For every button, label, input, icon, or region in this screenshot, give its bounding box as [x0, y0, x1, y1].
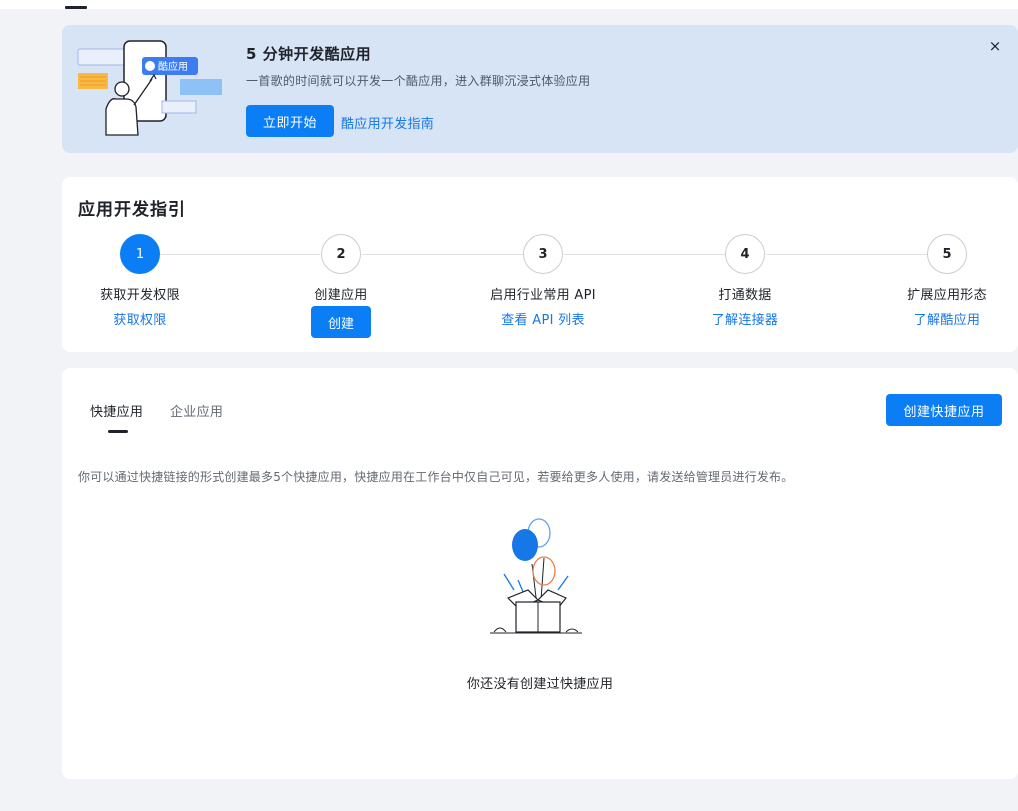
- page-root: 酷应用 5 分钟开发酷应用 一首歌的时间就可以开发一个酷应用，进入群聊沉浸式体验…: [0, 0, 1018, 811]
- active-tab-indicator: [108, 430, 128, 433]
- step-number: 2: [321, 234, 361, 274]
- empty-box-balloons-icon: [490, 518, 582, 634]
- guide-step-3: 3 启用行业常用 API 查看 API 列表: [473, 234, 613, 328]
- learn-cool-app-link[interactable]: 了解酷应用: [914, 309, 981, 328]
- dev-guide-link[interactable]: 酷应用开发指南: [341, 113, 434, 132]
- guide-step-5: 5 扩展应用形态 了解酷应用: [877, 234, 1017, 328]
- quick-app-hint: 你可以通过快捷链接的形式创建最多5个快捷应用，快捷应用在工作台中仅自己可见，若要…: [78, 470, 794, 484]
- banner-description: 一首歌的时间就可以开发一个酷应用，进入群聊沉浸式体验应用: [246, 74, 591, 88]
- banner-badge-label: 酷应用: [158, 60, 188, 73]
- step-number: 4: [725, 234, 765, 274]
- guide-step-4: 4 打通数据 了解连接器: [675, 234, 815, 328]
- guide-step-1: 1 获取开发权限 获取权限: [70, 234, 210, 328]
- close-icon[interactable]: ×: [986, 37, 1004, 55]
- step-label: 启用行业常用 API: [490, 288, 596, 303]
- top-bar-indicator: [65, 6, 87, 9]
- apps-card: 快捷应用 企业应用 创建快捷应用 你可以通过快捷链接的形式创建最多5个快捷应用，…: [62, 368, 1018, 779]
- dev-guide-card: 应用开发指引 1 获取开发权限 获取权限 2 创建应用 创建 3 启用行业常用 …: [62, 177, 1018, 352]
- start-now-button[interactable]: 立即开始: [246, 105, 334, 137]
- banner-illustration: 酷应用: [77, 40, 222, 136]
- get-permission-link[interactable]: 获取权限: [113, 309, 166, 328]
- step-number: 5: [927, 234, 967, 274]
- empty-state-text: 你还没有创建过快捷应用: [466, 677, 614, 692]
- step-label: 扩展应用形态: [907, 288, 987, 303]
- guide-title: 应用开发指引: [78, 200, 186, 220]
- step-label: 创建应用: [314, 288, 368, 303]
- step-label: 打通数据: [718, 288, 772, 303]
- banner-title: 5 分钟开发酷应用: [246, 45, 372, 63]
- step-label: 获取开发权限: [100, 288, 180, 303]
- create-app-button[interactable]: 创建: [311, 306, 371, 338]
- view-api-list-link[interactable]: 查看 API 列表: [501, 309, 585, 328]
- step-number: 3: [523, 234, 563, 274]
- learn-connector-link[interactable]: 了解连接器: [712, 309, 779, 328]
- tab-enterprise-apps[interactable]: 企业应用: [170, 401, 223, 420]
- create-quick-app-button[interactable]: 创建快捷应用: [886, 394, 1002, 426]
- top-bar: [0, 0, 1018, 9]
- step-number: 1: [120, 234, 160, 274]
- tab-quick-apps[interactable]: 快捷应用: [90, 401, 143, 420]
- promo-banner: 酷应用 5 分钟开发酷应用 一首歌的时间就可以开发一个酷应用，进入群聊沉浸式体验…: [62, 25, 1018, 153]
- guide-step-2: 2 创建应用 创建: [271, 234, 411, 338]
